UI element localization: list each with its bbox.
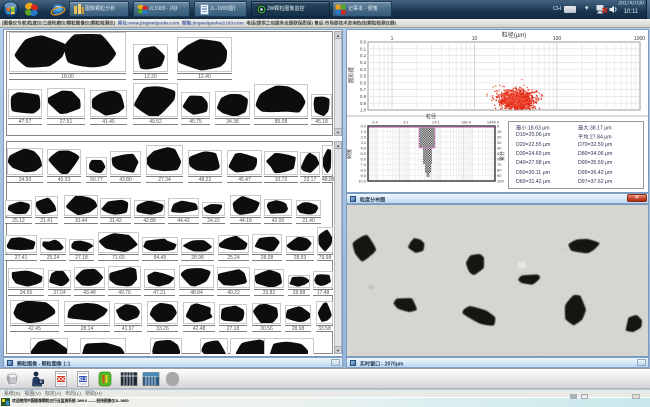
svg-text:累计: 累计 <box>499 151 506 161</box>
svg-text:8.0: 8.0 <box>360 167 366 172</box>
svg-text:XLS: XLS <box>78 377 88 383</box>
svg-text:100: 100 <box>497 178 504 183</box>
svg-text:1000: 1000 <box>634 36 645 42</box>
svg-text:10.0: 10.0 <box>358 178 367 183</box>
svg-text:70: 70 <box>497 162 502 167</box>
svg-text:6.0: 6.0 <box>360 156 366 161</box>
svg-text:粒径: 粒径 <box>426 113 436 120</box>
svg-text:80: 80 <box>497 167 502 172</box>
svg-text:1.0: 1.0 <box>360 129 366 134</box>
svg-text:10: 10 <box>497 129 502 134</box>
svg-text:7.0: 7.0 <box>360 162 366 167</box>
svg-text:0.2: 0.2 <box>360 53 367 58</box>
svg-text:24.1: 24.1 <box>432 120 441 125</box>
svg-text:0.4: 0.4 <box>360 67 367 72</box>
svg-text:100: 100 <box>553 36 562 42</box>
svg-text:186.4: 186.4 <box>461 120 472 125</box>
svg-text:0.8: 0.8 <box>360 94 367 99</box>
svg-text:9.0: 9.0 <box>360 173 366 178</box>
svg-text:DOC: DOC <box>55 377 67 383</box>
svg-text:1: 1 <box>391 36 394 42</box>
svg-text:0.0: 0.0 <box>360 40 367 45</box>
svg-text:0.3: 0.3 <box>360 60 367 65</box>
svg-text:1.0: 1.0 <box>360 108 367 113</box>
svg-text:0.0: 0.0 <box>360 123 366 128</box>
svg-text:3.0: 3.0 <box>360 140 366 145</box>
svg-text:0.1: 0.1 <box>360 46 367 51</box>
svg-text:40: 40 <box>497 145 502 150</box>
svg-text:0.4: 0.4 <box>372 120 378 125</box>
svg-text:2.0: 2.0 <box>360 134 366 139</box>
svg-text:1444.0: 1444.0 <box>487 120 500 125</box>
svg-text:3.1: 3.1 <box>403 120 409 125</box>
svg-text:5.0: 5.0 <box>360 151 366 156</box>
svg-text:频度: 频度 <box>346 149 353 159</box>
svg-text:10: 10 <box>472 36 478 42</box>
svg-text:0.5: 0.5 <box>360 74 367 79</box>
svg-text:90: 90 <box>497 173 502 178</box>
svg-text:30: 30 <box>497 140 502 145</box>
svg-text:0.6: 0.6 <box>360 80 367 85</box>
svg-text:20: 20 <box>497 134 502 139</box>
svg-text:0.7: 0.7 <box>360 87 367 92</box>
svg-text:4.0: 4.0 <box>360 145 366 150</box>
svg-text:粒径(μm): 粒径(μm) <box>502 31 526 39</box>
svg-text:0.9: 0.9 <box>360 101 367 106</box>
svg-text:圆形度: 圆形度 <box>347 66 355 83</box>
